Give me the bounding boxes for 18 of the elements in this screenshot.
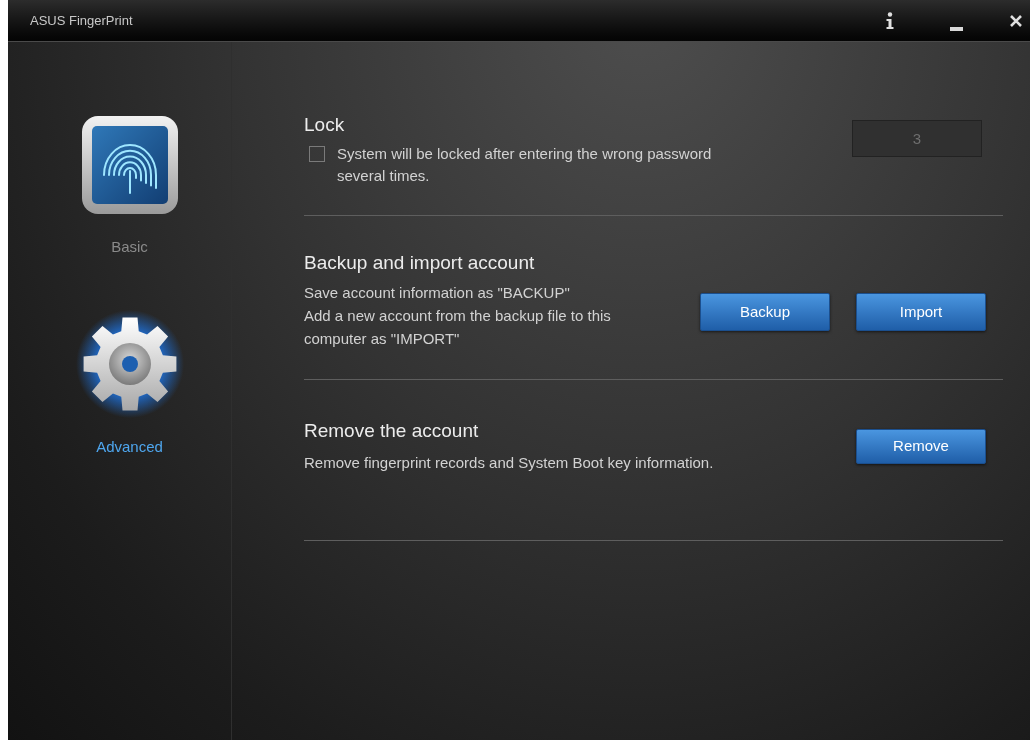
minimize-icon	[949, 26, 963, 31]
section-title: Remove the account	[304, 419, 479, 443]
checkbox-label: System will be locked after entering the wrong password several times.	[337, 144, 713, 186]
sidebar-item[interactable]: Basic	[78, 113, 181, 255]
sidebar-item[interactable]: Advanced	[75, 308, 184, 455]
section-description: Remove fingerprint records and System Boot key information.	[304, 453, 714, 473]
checkbox[interactable]	[309, 146, 325, 162]
action-button[interactable]: Backup	[700, 293, 830, 331]
window-title: ASUS FingerPrint	[30, 12, 133, 29]
section-title: Lock	[304, 113, 345, 137]
section-description: Add a new account from the backup file to this computer as "IMPORT"	[304, 306, 612, 349]
action-button[interactable]: Import	[856, 293, 986, 331]
gear-icon	[75, 308, 184, 420]
section-description: Save account information as "BACKUP"	[304, 283, 571, 303]
close-icon	[1010, 14, 1022, 27]
section-title: Backup and import account	[304, 251, 535, 275]
action-button[interactable]: Remove	[856, 429, 986, 464]
info-icon	[885, 11, 895, 30]
